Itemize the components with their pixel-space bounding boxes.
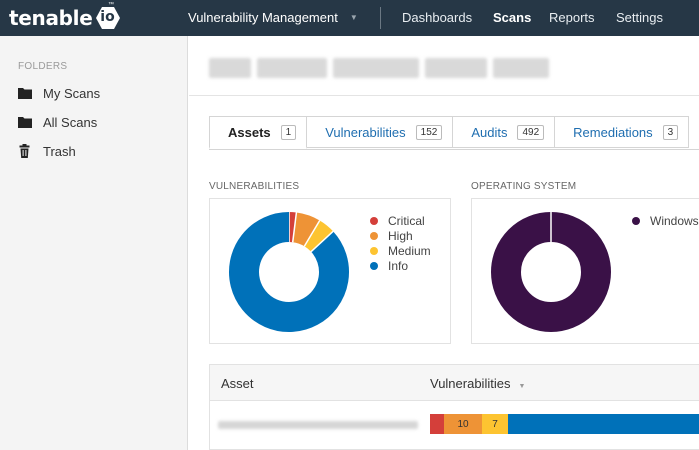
column-header-vulnerabilities[interactable]: Vulnerabilities ▼ (430, 376, 525, 391)
trash-icon (18, 144, 32, 158)
caret-down-icon: ▼ (349, 13, 358, 22)
vulnerabilities-widget-title: VULNERABILITIES (209, 181, 300, 192)
legend-item-medium[interactable]: Medium (370, 243, 431, 258)
main-content: Assets 1 Vulnerabilities 152 Audits 492 … (189, 36, 699, 450)
nav-scans[interactable]: Scans (493, 10, 531, 25)
tab-label: Remediations (573, 124, 653, 140)
legend-dot (370, 261, 378, 270)
results-tabs: Assets 1 Vulnerabilities 152 Audits 492 … (209, 116, 690, 150)
vulnerability-severity-bar: 10 7 (430, 414, 699, 434)
os-donut-chart[interactable] (486, 207, 616, 337)
os-legend: Windows (632, 213, 699, 228)
tab-count-badge: 152 (415, 124, 443, 140)
nav-dashboards[interactable]: Dashboards (402, 10, 472, 25)
donut-slice-medium[interactable] (303, 220, 334, 253)
tab-label: Audits (471, 124, 508, 140)
nav-divider (380, 7, 381, 29)
sidebar-item-trash[interactable]: Trash (18, 142, 76, 160)
tab-label: Vulnerabilities (325, 124, 406, 140)
top-nav-bar: tenable io ™ Vulnerability Management ▼ … (0, 0, 699, 36)
tabs-baseline (209, 149, 699, 150)
sidebar-item-my-scans[interactable]: My Scans (18, 84, 100, 102)
legend-dot (370, 216, 378, 225)
nav-settings[interactable]: Settings (616, 10, 663, 25)
legend-label: Info (388, 258, 409, 273)
legend-label: Windows (650, 213, 699, 228)
tab-vulnerabilities[interactable]: Vulnerabilities 152 (307, 116, 454, 148)
column-header-asset[interactable]: Asset (221, 376, 254, 391)
tab-assets[interactable]: Assets 1 (209, 116, 308, 149)
logo-io-badge: io (95, 6, 121, 30)
nav-reports[interactable]: Reports (549, 10, 595, 25)
asset-name-redacted (218, 421, 418, 429)
tab-count-badge: 1 (280, 124, 297, 140)
severity-segment-info[interactable] (508, 414, 699, 434)
legend-label: Medium (388, 243, 431, 258)
severity-segment-critical[interactable] (430, 414, 444, 434)
product-switcher[interactable]: Vulnerability Management ▼ (188, 10, 358, 25)
tenable-logo[interactable]: tenable io (9, 4, 121, 32)
sidebar-item-label: Trash (43, 143, 76, 159)
legend-dot (632, 216, 640, 225)
legend-label: Critical (388, 213, 425, 228)
legend-item-critical[interactable]: Critical (370, 213, 431, 228)
os-widget: Windows (471, 198, 699, 344)
vulnerabilities-donut-chart[interactable] (224, 207, 354, 337)
folders-heading: FOLDERS (18, 61, 68, 72)
legend-item-info[interactable]: Info (370, 258, 431, 273)
tab-count-badge: 492 (517, 124, 545, 140)
tab-remediations[interactable]: Remediations 3 (555, 116, 690, 148)
column-header-label: Vulnerabilities (430, 376, 511, 391)
tab-label: Assets (228, 124, 271, 140)
tab-count-badge: 3 (662, 124, 679, 140)
logo-trademark: ™ (108, 2, 114, 8)
legend-label: High (388, 228, 413, 243)
logo-text: tenable (9, 6, 93, 30)
table-header: Asset Vulnerabilities ▼ (210, 365, 699, 401)
tab-audits[interactable]: Audits 492 (453, 116, 556, 148)
sidebar-item-all-scans[interactable]: All Scans (18, 113, 97, 131)
sidebar-item-label: My Scans (43, 85, 101, 101)
product-name: Vulnerability Management (188, 10, 338, 25)
legend-dot (370, 231, 378, 240)
scan-title-redacted (209, 58, 549, 78)
assets-table: Asset Vulnerabilities ▼ 10 7 (209, 364, 699, 450)
os-widget-title: OPERATING SYSTEM (471, 181, 577, 192)
vulnerabilities-legend: Critical High Medium Info (370, 213, 431, 273)
folders-sidebar: FOLDERS My Scans All Scans Trash (0, 36, 188, 450)
vulnerabilities-widget: Critical High Medium Info (209, 198, 451, 344)
legend-item-windows[interactable]: Windows (632, 213, 699, 228)
table-row[interactable]: 10 7 (210, 401, 699, 449)
scan-header (189, 36, 699, 96)
sidebar-item-label: All Scans (43, 114, 98, 130)
folder-icon (18, 86, 32, 100)
donut-slice-high[interactable] (291, 212, 320, 247)
sort-desc-icon: ▼ (518, 383, 526, 390)
legend-item-high[interactable]: High (370, 228, 431, 243)
severity-segment-medium[interactable]: 7 (482, 414, 508, 434)
folder-icon (18, 115, 32, 129)
severity-segment-high[interactable]: 10 (444, 414, 482, 434)
legend-dot (370, 246, 378, 255)
